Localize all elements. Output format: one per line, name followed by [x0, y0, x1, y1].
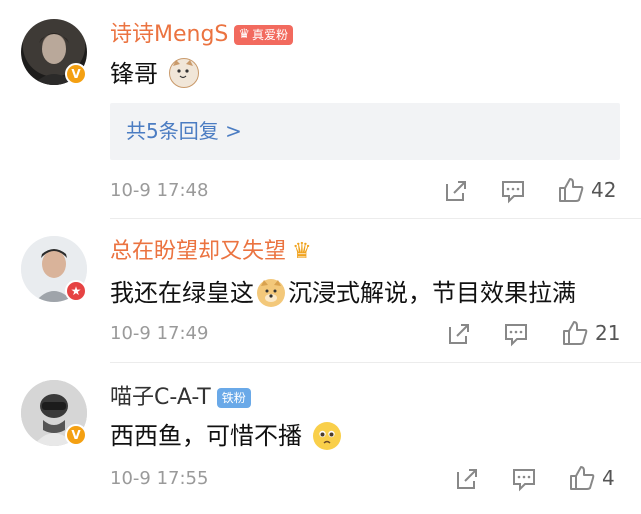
thumbs-up-icon [563, 321, 588, 345]
fan-badge-label: 真爱粉 [252, 28, 289, 42]
divider [110, 218, 641, 219]
replies-label[interactable]: 共5条回复 > [126, 117, 242, 145]
fan-badge[interactable]: 铁粉 [216, 388, 251, 408]
comment-icon [513, 469, 535, 492]
pleading-face-emoji-icon [312, 422, 341, 450]
comment-button[interactable] [500, 178, 526, 204]
divider [110, 362, 641, 363]
like-button[interactable]: 42 [557, 176, 616, 204]
comment-text-part2: 沉浸式解说，节目效果拉满 [288, 279, 576, 307]
username-text[interactable]: 喵子C-A-T [110, 385, 211, 411]
like-button[interactable]: 4 [568, 464, 615, 492]
comment-text: 我还在绿皇这 沉浸式解说，节目效果拉满 [110, 278, 576, 308]
like-count: 21 [595, 321, 621, 345]
like-count: 4 [602, 466, 615, 490]
share-icon [457, 469, 477, 489]
comment-time: 10-9 17:49 [110, 323, 209, 344]
cat-emoji-icon [168, 58, 199, 88]
comment-text: 锋哥 [110, 58, 199, 89]
share-icon [446, 181, 466, 201]
comment-icon [502, 181, 524, 204]
crown-icon: ♛ [292, 239, 312, 264]
verified-badge-icon: ★ [65, 280, 87, 302]
comment-text: 西西鱼，可惜不播 [110, 421, 341, 451]
share-icon [449, 324, 469, 344]
username-text[interactable]: 诗诗MengS [110, 22, 228, 48]
comment-button[interactable] [503, 321, 529, 347]
username[interactable]: 总在盼望却又失望 ♛ [110, 239, 312, 265]
crown-icon: ♛ [238, 27, 251, 42]
share-button[interactable] [443, 178, 469, 204]
share-button[interactable] [446, 321, 472, 347]
replies-link[interactable]: 共5条回复 > [110, 103, 620, 160]
comment-text-part1: 我还在绿皇这 [110, 279, 254, 307]
thumbs-up-icon [559, 178, 584, 202]
share-button[interactable] [454, 466, 480, 492]
comment-text-content: 锋哥 [110, 60, 158, 88]
username-text[interactable]: 总在盼望却又失望 [110, 239, 286, 265]
like-button[interactable]: 21 [561, 319, 620, 347]
comment-text-content: 西西鱼，可惜不播 [110, 422, 302, 450]
like-count: 42 [591, 178, 617, 202]
username[interactable]: 诗诗MengS ♛ 真爱粉 [110, 22, 294, 48]
comment-time: 10-9 17:55 [110, 468, 209, 489]
fan-badge[interactable]: ♛ 真爱粉 [234, 25, 294, 45]
comment-icon [505, 324, 527, 347]
comment-button[interactable] [511, 466, 537, 492]
fan-badge-label: 铁粉 [221, 391, 246, 405]
comment-time: 10-9 17:48 [110, 180, 209, 201]
thumbs-up-icon [570, 466, 595, 490]
verified-badge-icon: V [65, 424, 87, 446]
username[interactable]: 喵子C-A-T 铁粉 [110, 385, 251, 411]
doge-emoji-icon [257, 279, 285, 307]
verified-badge-icon: V [65, 63, 87, 85]
